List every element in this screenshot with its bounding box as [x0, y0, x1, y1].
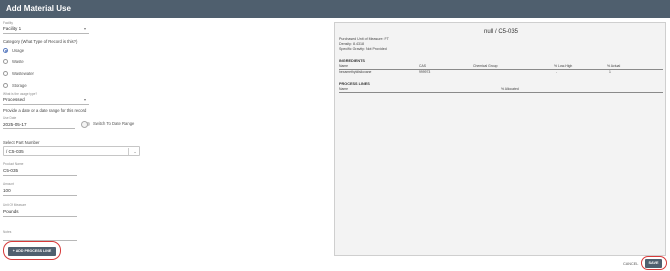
- facility-value: Facility 1: [3, 26, 22, 31]
- date-range-toggle[interactable]: [81, 121, 90, 128]
- cancel-button[interactable]: CANCEL: [623, 262, 638, 266]
- product-name-value: C5-035: [3, 168, 19, 173]
- amount-field[interactable]: 100: [3, 186, 77, 194]
- density: Density: 8.4318: [339, 42, 364, 46]
- radio-label-storage: Storage: [12, 83, 27, 88]
- radio-label-wastewater: Wastewater: [12, 71, 34, 76]
- chevron-down-icon: ▾: [83, 26, 86, 31]
- usage-type-value: Processed: [3, 97, 25, 102]
- ingredient-lowhigh: -: [556, 70, 558, 74]
- unit-field[interactable]: Pounds: [3, 207, 77, 215]
- ingredients-col-group: Chemical Group: [473, 64, 498, 68]
- usage-type-underline: [3, 104, 89, 105]
- date-prompt: Provide a date or a date range for this …: [3, 108, 87, 113]
- facility-select[interactable]: Facility 1 ▾: [3, 25, 89, 33]
- radio-waste[interactable]: [3, 59, 8, 64]
- unit-underline: [3, 216, 77, 217]
- process-lines-title: PROCESS LINES: [339, 82, 370, 86]
- ingredient-name: hexamethyldisiloxane: [339, 70, 372, 74]
- process-col-allocated: % Allocated: [501, 87, 519, 91]
- dialog-title: Add Material Use: [6, 4, 71, 13]
- usage-type-select[interactable]: Processed ▾: [3, 96, 89, 104]
- process-col-name: Name: [339, 87, 349, 91]
- part-number-select[interactable]: / C5-035 ⌄: [3, 146, 140, 156]
- save-button[interactable]: SAVE: [645, 259, 662, 268]
- part-detail-panel: null / C5-035 Purchased Unit of Measure:…: [334, 22, 666, 256]
- ingredients-title: INGREDIENTS: [339, 59, 365, 63]
- ingredients-header-rule: [339, 68, 663, 70]
- use-date-value: 2025-05-17: [3, 122, 27, 127]
- chevron-down-icon: ▾: [83, 97, 86, 102]
- amount-underline: [3, 195, 77, 196]
- radio-usage[interactable]: [3, 48, 8, 53]
- radio-label-waste: Waste: [12, 59, 24, 64]
- panel-title: null / C5-035: [483, 29, 519, 35]
- facility-underline: [3, 33, 89, 34]
- purchased-uom: Purchased Unit of Measure: FT: [339, 37, 389, 41]
- unit-value: Pounds: [3, 209, 19, 214]
- select-divider: [128, 148, 129, 155]
- radio-storage[interactable]: [3, 83, 8, 88]
- ingredients-col-actual: % Actual: [607, 64, 621, 68]
- chevron-down-icon: ⌄: [133, 149, 137, 154]
- process-header-rule: [339, 91, 663, 93]
- date-range-switch-label: Switch To Date Range: [93, 121, 135, 126]
- radio-wastewater[interactable]: [3, 71, 8, 76]
- radio-label-usage: Usage: [12, 48, 25, 53]
- ingredient-cas: 999973: [419, 70, 431, 74]
- amount-value: 100: [3, 188, 11, 193]
- part-number-label: Select Part Number: [3, 140, 40, 145]
- product-name-field[interactable]: C5-035: [3, 166, 77, 174]
- add-process-line-button[interactable]: + ADD PROCESS LINE: [8, 247, 56, 256]
- ingredients-col-name: Name: [339, 64, 349, 68]
- use-date-underline: [3, 128, 75, 129]
- product-name-underline: [3, 175, 77, 176]
- part-number-value: / C5-035: [6, 149, 24, 154]
- dialog-header: Add Material Use: [0, 0, 670, 18]
- ingredients-col-lowhigh: % Low-High: [554, 64, 573, 68]
- ingredients-col-cas: CAS: [419, 64, 426, 68]
- category-label: Category (What Type of Record is this?): [3, 39, 78, 44]
- use-date-input[interactable]: 2025-05-17: [3, 120, 75, 128]
- ingredient-actual: 1: [609, 70, 611, 74]
- specific-gravity: Specific Gravity: Not Provided: [339, 47, 387, 51]
